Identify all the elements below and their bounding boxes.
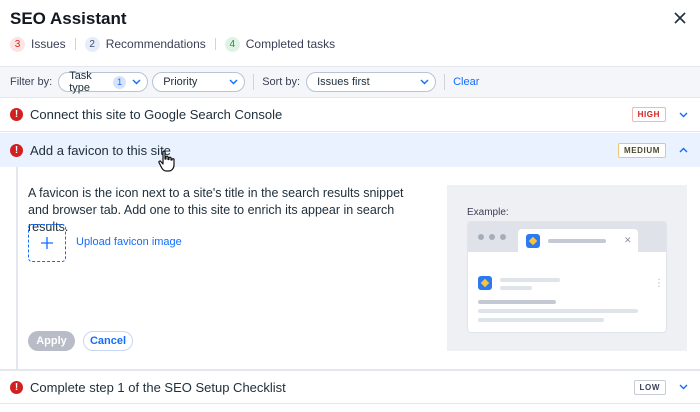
sort-dropdown[interactable]: Issues first	[306, 72, 437, 92]
hand-cursor-icon	[158, 150, 175, 172]
example-label: Example:	[467, 207, 509, 218]
tab-close-icon: ✕	[624, 235, 632, 245]
priority-value: Priority	[163, 76, 198, 88]
stat-issues: 3 Issues	[10, 36, 66, 52]
issues-count-badge: 3	[10, 36, 25, 52]
page-title: SEO Assistant	[10, 9, 127, 28]
favicon-icon	[478, 276, 492, 290]
upload-favicon-tile[interactable]	[28, 224, 66, 262]
apply-button[interactable]: Apply	[28, 331, 75, 351]
plus-icon	[41, 237, 53, 249]
task-title: Complete step 1 of the SEO Setup Checkli…	[30, 379, 286, 395]
browser-mockup: ✕ ⋮	[467, 221, 667, 333]
recommendations-label: Recommendations	[105, 37, 206, 51]
upload-favicon-link[interactable]: Upload favicon image	[76, 236, 182, 248]
cancel-button[interactable]: Cancel	[83, 331, 133, 351]
task-title: Connect this site to Google Search Conso…	[30, 107, 283, 122]
favicon-example-illustration: Example: ✕ ⋮	[447, 185, 687, 351]
divider	[214, 38, 216, 50]
task-stats: 3 Issues 2 Recommendations 4 Completed t…	[10, 36, 335, 52]
chevron-down-icon	[676, 381, 690, 393]
placeholder-line	[478, 309, 638, 313]
alert-icon: !	[10, 380, 23, 394]
completed-count-badge: 4	[224, 36, 240, 52]
task-description: A favicon is the icon next to a site's t…	[28, 186, 404, 234]
chevron-down-icon	[420, 77, 429, 88]
more-icon: ⋮	[654, 278, 664, 289]
divider	[74, 38, 76, 50]
placeholder-line	[500, 286, 532, 290]
task-row-favicon[interactable]: ! Add a favicon to this site MEDIUM	[0, 133, 700, 167]
sort-value: Issues first	[317, 76, 370, 88]
window-dot	[500, 234, 506, 240]
issues-label: Issues	[31, 37, 66, 51]
chevron-up-icon	[676, 144, 690, 156]
close-button[interactable]	[670, 8, 690, 28]
priority-dropdown[interactable]: Priority	[152, 72, 246, 92]
detail-indent-bar	[16, 167, 18, 370]
task-type-value: Task type	[69, 70, 92, 94]
task-type-dropdown[interactable]: Task type 1	[58, 70, 149, 94]
placeholder-line	[548, 239, 606, 243]
alert-icon: !	[10, 143, 23, 157]
completed-label: Completed tasks	[245, 37, 336, 51]
placeholder-line	[500, 278, 560, 282]
chevron-down-icon	[676, 109, 690, 121]
task-detail-favicon: A favicon is the icon next to a site's t…	[0, 167, 700, 370]
placeholder-line	[478, 300, 556, 304]
task-row-seo-setup-checklist[interactable]: ! Complete step 1 of the SEO Setup Check…	[0, 370, 700, 404]
filter-bar: Filter by: Task type 1 Priority Sort by:…	[0, 66, 700, 98]
window-dot	[478, 234, 484, 240]
clear-filters-link[interactable]: Clear	[453, 76, 479, 88]
sort-by-label: Sort by:	[262, 76, 301, 88]
priority-badge-low: LOW	[633, 379, 666, 395]
task-type-count-badge: 1	[113, 75, 127, 89]
task-title: Add a favicon to this site	[30, 142, 171, 158]
stat-recommendations: 2 Recommendations	[84, 36, 206, 52]
stat-completed: 4 Completed tasks	[224, 36, 336, 52]
window-dot	[489, 234, 495, 240]
alert-icon: !	[10, 108, 23, 121]
recommendations-count-badge: 2	[84, 36, 100, 52]
placeholder-line	[478, 318, 604, 322]
priority-badge-high: HIGH	[631, 107, 666, 122]
task-row-google-search-console[interactable]: ! Connect this site to Google Search Con…	[0, 98, 700, 132]
favicon-icon	[526, 234, 540, 248]
header: SEO Assistant 3 Issues 2 Recommendations…	[0, 0, 700, 66]
priority-badge-medium: MEDIUM	[617, 142, 666, 158]
browser-tab-bar: ✕	[468, 222, 666, 252]
browser-tab: ✕	[518, 229, 638, 252]
close-icon	[674, 12, 686, 24]
filter-by-label: Filter by:	[10, 76, 53, 88]
divider	[253, 74, 255, 90]
seo-assistant-panel: SEO Assistant 3 Issues 2 Recommendations…	[0, 0, 700, 412]
divider	[444, 74, 446, 90]
chevron-down-icon	[132, 77, 141, 88]
chevron-down-icon	[229, 77, 238, 88]
